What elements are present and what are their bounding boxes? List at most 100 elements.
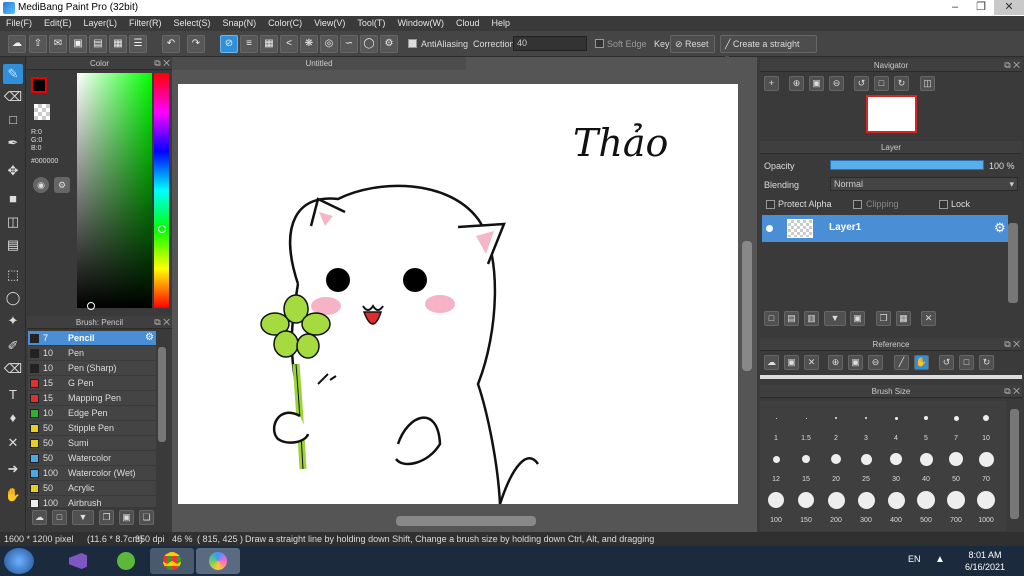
vanishing-snap-icon[interactable]: < (280, 35, 298, 53)
brush-item[interactable]: 50 Acrylic (28, 481, 156, 496)
chrome-icon[interactable] (150, 548, 194, 574)
brush-item[interactable]: 7 Pencil ⚙ (28, 331, 156, 346)
brush-size-option[interactable]: 100 (761, 488, 791, 524)
reference-scroll-track[interactable] (760, 375, 1022, 379)
add-layer-menu-icon[interactable]: ▼ (824, 311, 846, 326)
menu-help[interactable]: Help (485, 16, 516, 31)
new-layer-icon[interactable]: □ (764, 311, 779, 326)
brush-item[interactable]: 100 Airbrush (28, 496, 156, 507)
eyedropper-tool-icon[interactable]: ✕ (3, 433, 23, 453)
brush-item[interactable]: 50 Stipple Pen (28, 421, 156, 436)
zoom-in-icon[interactable]: + (764, 76, 779, 91)
brush-size-option[interactable]: 1.5 (791, 406, 821, 442)
visual-studio-icon[interactable] (56, 548, 100, 574)
hand-tool-icon[interactable]: ✋ (3, 485, 23, 505)
brush-item[interactable]: 15 Mapping Pen (28, 391, 156, 406)
zoom-in-alt-icon[interactable]: ⊕ (789, 76, 804, 91)
brush-size-option[interactable]: 7 (941, 406, 971, 442)
app-green-icon[interactable] (104, 548, 148, 574)
share-icon[interactable]: ⇧ (29, 35, 47, 53)
snap-off-icon[interactable]: ⊘ (220, 35, 238, 53)
medibang-taskbar-icon[interactable] (196, 548, 240, 574)
language-indicator[interactable]: EN (908, 554, 921, 564)
maximize-button[interactable]: ❐ (968, 0, 994, 15)
rotate-right-icon[interactable]: ↻ (894, 76, 909, 91)
reset-button[interactable]: ⊘ Reset (670, 35, 715, 53)
operation-tool-icon[interactable]: ➜ (3, 459, 23, 479)
dot-tool-icon[interactable]: □ (3, 110, 23, 130)
menu-snap[interactable]: Snap(N) (217, 16, 263, 31)
menu-layer[interactable]: Layer(L) (78, 16, 124, 31)
brush-item[interactable]: 10 Edge Pen (28, 406, 156, 421)
menu-cloud[interactable]: Cloud (450, 16, 486, 31)
text-tool-icon[interactable]: T (3, 385, 23, 405)
undo-icon[interactable]: ↶ (162, 35, 180, 53)
brush-item[interactable]: 15 G Pen (28, 376, 156, 391)
new-halftone-layer-icon[interactable]: ▤ (784, 311, 799, 326)
opacity-slider[interactable] (830, 160, 984, 170)
menu-file[interactable]: File(F) (0, 16, 38, 31)
brush-item[interactable]: 50 Watercolor (28, 451, 156, 466)
canvas-tab[interactable]: Untitled (172, 57, 466, 70)
flip-icon[interactable]: ◫ (920, 76, 935, 91)
brush-size-option[interactable]: 15 (791, 447, 821, 483)
fit-screen-icon[interactable]: □ (874, 76, 889, 91)
brush-list-scrollbar[interactable] (158, 347, 166, 442)
layer-scrollbar[interactable] (1008, 223, 1018, 303)
reference-close-icon[interactable]: ✕ (804, 355, 819, 370)
brush-item[interactable]: 100 Watercolor (Wet) (28, 466, 156, 481)
brush-tool-icon[interactable]: ✎ (3, 64, 23, 84)
vertical-scrollbar[interactable] (742, 241, 752, 371)
menu-window[interactable]: Window(W) (391, 16, 450, 31)
layer-folder-icon[interactable]: ▣ (850, 311, 865, 326)
reference-open-icon[interactable]: ▣ (784, 355, 799, 370)
reference-fit-icon[interactable]: ▣ (848, 355, 863, 370)
select-eraser-tool-icon[interactable]: ⌫ (3, 359, 23, 379)
add-brush-icon[interactable]: ☁ (32, 510, 47, 525)
eye-icon[interactable] (766, 225, 773, 232)
brush-size-option[interactable]: 10 (971, 406, 1001, 442)
menu-view[interactable]: View(V) (308, 16, 351, 31)
navigator-preview[interactable] (866, 95, 917, 133)
menu-color[interactable]: Color(C) (262, 16, 308, 31)
soft-edge-checkbox[interactable] (595, 39, 604, 48)
fit-icon[interactable]: ▣ (809, 76, 824, 91)
brush-size-option[interactable]: 700 (941, 488, 971, 524)
brush-size-option[interactable]: 5 (911, 406, 941, 442)
menu-tool[interactable]: Tool(T) (351, 16, 391, 31)
palette-icon[interactable]: ◉ (33, 177, 49, 193)
drawing-canvas[interactable]: Thảo (178, 84, 738, 505)
divide-tool-icon[interactable]: ♦ (3, 408, 23, 428)
lasso-tool-icon[interactable]: ◯ (3, 288, 23, 308)
new-brush-icon[interactable]: □ (52, 510, 67, 525)
grid-document-icon[interactable]: ▦ (109, 35, 127, 53)
brush-folder-icon[interactable]: ▣ (119, 510, 134, 525)
brush-size-option[interactable]: 400 (881, 488, 911, 524)
layer-settings-icon[interactable]: ⚙ (994, 220, 1006, 236)
brush-item[interactable]: 10 Pen (28, 346, 156, 361)
reference-rotate-right-icon[interactable]: ↻ (979, 355, 994, 370)
brush-settings-icon[interactable]: ⚙ (145, 331, 154, 345)
brush-size-scrollbar[interactable] (1010, 409, 1019, 519)
correction-select[interactable]: 40 (513, 36, 587, 51)
new-8bit-layer-icon[interactable]: ▥ (804, 311, 819, 326)
merge-layer-icon[interactable]: ▦ (896, 311, 911, 326)
panel-close-icon[interactable]: ⧉ ✕ (1004, 338, 1020, 351)
panel-close-icon[interactable]: ⧉ ✕ (1004, 385, 1020, 398)
brush-size-option[interactable]: 3 (851, 406, 881, 442)
select-tool-icon[interactable]: ⬚ (3, 265, 23, 285)
antialiasing-checkbox[interactable] (408, 39, 417, 48)
hue-slider-handle[interactable] (158, 225, 166, 233)
sv-picker-handle[interactable] (87, 302, 95, 310)
reference-zoom-out-icon[interactable]: ⊖ (868, 355, 883, 370)
brush-size-option[interactable]: 200 (821, 488, 851, 524)
secondary-color-swatch[interactable] (34, 104, 50, 120)
list-icon[interactable]: ☰ (129, 35, 147, 53)
move-tool-icon[interactable]: ✥ (3, 161, 23, 181)
lock-checkbox[interactable] (939, 200, 948, 209)
clock[interactable]: 8:01 AM 6/16/2021 (960, 549, 1010, 573)
parallel-snap-icon[interactable]: ≡ (240, 35, 258, 53)
brush-size-option[interactable]: 1000 (971, 488, 1001, 524)
horizontal-scrollbar[interactable] (396, 516, 536, 526)
comment-icon[interactable]: ✉ (49, 35, 67, 53)
